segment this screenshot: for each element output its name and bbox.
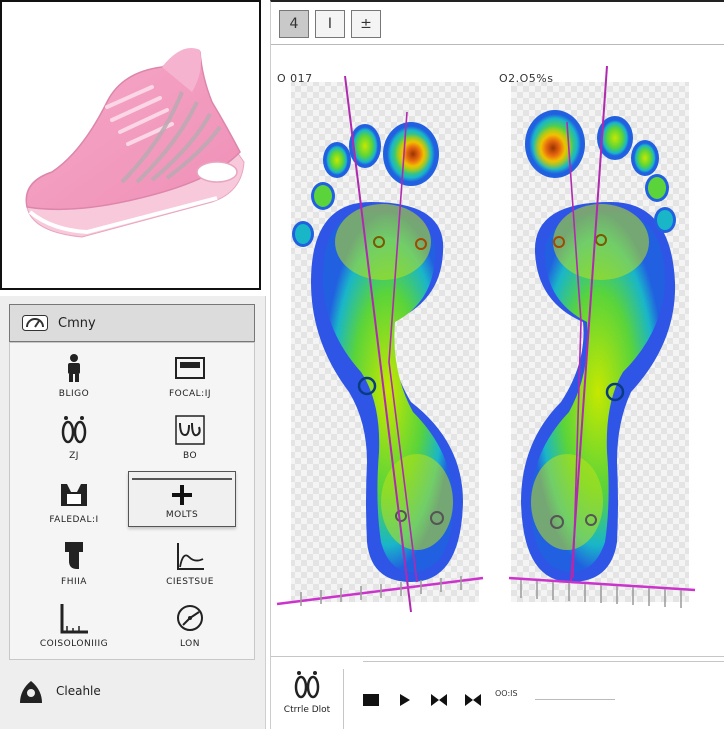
tool-shoe-outline[interactable]: FALEDAL:I <box>18 477 130 537</box>
plot-mode-label: Ctrrle Dlot <box>283 705 331 715</box>
tool-ruler[interactable]: COISOLONIIIG <box>18 601 130 661</box>
playback-time: OO:IS <box>495 689 518 698</box>
tool-label: ZJ <box>69 451 79 461</box>
plot-mode-button[interactable]: Ctrrle Dlot <box>271 669 344 729</box>
tool-label: MOLTS <box>165 510 199 520</box>
person-bust-icon <box>20 681 42 703</box>
play-icon <box>400 694 410 706</box>
toolbar-button-back[interactable]: 4 <box>279 10 309 38</box>
fast-forward-icon <box>465 694 481 706</box>
stop-icon <box>363 694 379 706</box>
stop-button[interactable] <box>363 693 379 707</box>
tool-frame[interactable]: FOCAL:IJ <box>134 351 246 411</box>
tool-label: BLIGO <box>58 389 90 399</box>
tool-person[interactable]: BLIGO <box>18 351 130 411</box>
panel-footer[interactable]: Cleahle <box>18 678 101 704</box>
panel-title: Cmny <box>58 315 96 331</box>
tool-label: FOCAL:IJ <box>168 389 212 399</box>
foot-pressure-plot <box>276 65 696 613</box>
tool-footprints[interactable]: ZJ <box>18 413 130 473</box>
footprints-icon <box>61 416 87 444</box>
footprints-icon <box>294 671 320 699</box>
curve-chart-icon <box>177 543 204 570</box>
playback-track[interactable] <box>535 699 615 700</box>
tool-label: BO <box>182 451 198 461</box>
pressure-viewer: 4 I ± O 017 O2.O5%s Ctrrle Dlot OO:IS <box>270 0 724 729</box>
tool-wave-box[interactable]: BO <box>134 413 246 473</box>
ankle-icon <box>65 542 83 569</box>
toolbar-button-upload[interactable]: ± <box>351 10 381 38</box>
selected-indicator <box>132 478 232 480</box>
rewind-button[interactable] <box>431 693 447 707</box>
info-icon: I <box>327 16 333 32</box>
rewind-icon <box>431 694 447 706</box>
dial-icon <box>177 605 203 631</box>
frame-icon <box>175 357 205 379</box>
tool-ankle[interactable]: FHIIA <box>18 539 130 599</box>
tool-plus[interactable]: MOLTS <box>128 471 236 527</box>
person-icon <box>68 354 80 382</box>
tool-label: FHIIA <box>61 577 87 587</box>
fast-forward-button[interactable] <box>465 693 481 707</box>
back-icon: 4 <box>289 16 299 32</box>
tool-label: LON <box>179 639 200 649</box>
toolbar-button-info[interactable]: I <box>315 10 345 38</box>
play-button[interactable] <box>397 693 413 707</box>
wave-box-icon <box>175 415 205 445</box>
tool-panel: Cmny BLIGO FOCAL:IJ ZJ BO FALEDAL:I MOLT… <box>0 296 266 729</box>
upload-icon: ± <box>360 16 372 32</box>
panel-header[interactable]: Cmny <box>9 304 255 342</box>
ruler-icon <box>60 604 88 634</box>
tool-label: FALEDAL:I <box>49 515 99 525</box>
pink-sneaker-image <box>25 48 245 238</box>
playback-bar: Ctrrle Dlot OO:IS <box>271 656 724 732</box>
toolbar-divider <box>271 44 724 45</box>
tool-dial[interactable]: LON <box>134 601 246 661</box>
tool-curve-chart[interactable]: CIESTSUE <box>134 539 246 599</box>
tool-label: CIESTSUE <box>166 577 214 587</box>
footer-label: Cleahle <box>56 684 101 698</box>
timeline-divider <box>363 661 724 662</box>
tool-grid: BLIGO FOCAL:IJ ZJ BO FALEDAL:I MOLTS FHI <box>9 342 255 660</box>
transport-controls <box>363 693 481 707</box>
tool-label: COISOLONIIIG <box>39 639 109 649</box>
gauge-icon <box>22 315 48 331</box>
viewer-toolbar: 4 I ± <box>279 10 381 38</box>
shoe-outline-icon <box>61 484 87 506</box>
plus-icon <box>172 485 192 505</box>
product-image-frame <box>0 0 261 290</box>
